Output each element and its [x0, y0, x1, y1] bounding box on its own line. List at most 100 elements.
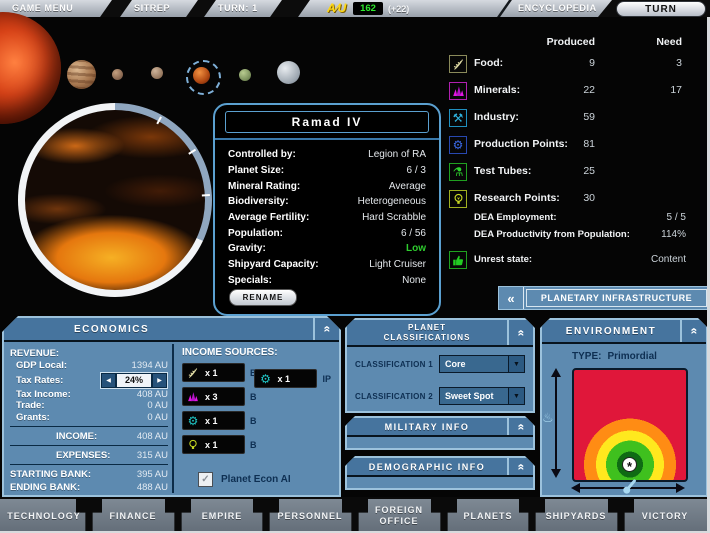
multiplier: x 1: [205, 368, 218, 378]
divider: [172, 344, 174, 493]
collapse-chevron-icon: «: [687, 328, 701, 335]
produced-header: Produced: [525, 36, 595, 48]
collapse-chevron-icon: «: [320, 326, 334, 333]
divider: [10, 445, 168, 446]
dropdown-arrow-icon[interactable]: ▼: [508, 388, 524, 404]
multiplier: x 1: [277, 374, 290, 384]
collapse-environment-button[interactable]: «: [680, 320, 706, 342]
resource-label: Test Tubes:: [474, 165, 531, 177]
tab-empire[interactable]: EMPIRE: [178, 499, 266, 533]
economics-body: REVENUE: GDP Local: 1394 AU Tax Rates: ◀…: [4, 342, 339, 495]
military-info-header[interactable]: MILITARY INFO «: [347, 418, 533, 435]
tab-personnel[interactable]: PERSONNEL: [266, 499, 354, 533]
expenses-value: 315 AU: [137, 450, 168, 461]
planet-econ-ai-row[interactable]: ✓ Planet Econ AI: [198, 472, 291, 487]
dea-label: DEA Employment:: [474, 212, 557, 223]
planetary-infrastructure-button[interactable]: « PLANETARY INFRASTRUCTURE: [498, 286, 710, 310]
income-source-item: x 3 B: [182, 387, 333, 406]
dropdown-arrow-icon[interactable]: ▼: [508, 356, 524, 372]
economics-header: ECONOMICS «: [4, 318, 339, 340]
demographic-info-header[interactable]: DEMOGRAPHIC INFO «: [347, 458, 533, 475]
military-info-panel: MILITARY INFO «: [345, 416, 535, 450]
classifications-header: PLANET CLASSIFICATIONS «: [347, 320, 533, 345]
environment-panel: ENVIRONMENT « TYPE:Primordial * ♨: [540, 318, 708, 497]
collapse-classifications-button[interactable]: «: [507, 320, 533, 345]
tax-rates-label: Tax Rates:: [16, 375, 63, 386]
treasury-delta: (+22): [388, 4, 409, 14]
factory-icon: ⚙: [258, 372, 272, 386]
collapse-military-button[interactable]: «: [507, 418, 533, 435]
income-source-ip-item: ⚙ x 1 IP: [254, 369, 331, 388]
environment-header: ENVIRONMENT «: [542, 320, 706, 342]
demographic-info-body: [347, 477, 533, 488]
military-info-title: MILITARY INFO: [347, 422, 507, 432]
tab-finance[interactable]: FINANCE: [89, 499, 177, 533]
divider: [10, 464, 168, 465]
bar-divider: [270, 0, 310, 17]
classification-1-dropdown[interactable]: Core ▼: [439, 355, 525, 373]
production-points-icon: ⚙: [449, 136, 467, 154]
income-source-item: x 1 B: [182, 435, 333, 454]
food-icon: [186, 366, 200, 380]
minerals-icon: [449, 82, 467, 100]
gdp-value: 1394 AU: [132, 360, 168, 371]
end-turn-button[interactable]: TURN: [616, 1, 706, 17]
multiplier: x 3: [205, 392, 218, 402]
resource-label: Industry:: [474, 111, 519, 123]
dea-label: DEA Productivity from Population:: [474, 229, 630, 240]
sitrep-button[interactable]: SITREP: [134, 3, 170, 13]
game-menu-button[interactable]: GAME MENU: [12, 3, 73, 13]
environment-title: ENVIRONMENT: [542, 326, 680, 337]
environment-type-value: Primordial: [607, 351, 656, 362]
income-label: INCOME:: [56, 431, 97, 442]
unrest-row: Unrest state: Content: [0, 251, 710, 269]
multiplier: x 1: [205, 440, 218, 450]
tab-foreign-office[interactable]: FOREIGN OFFICE: [355, 499, 443, 533]
economics-title: ECONOMICS: [4, 324, 313, 335]
collapse-demographic-button[interactable]: «: [507, 458, 533, 475]
multiplier: x 1: [205, 416, 218, 426]
dea-value: 114%: [616, 229, 686, 240]
resource-produced: 25: [545, 165, 595, 177]
treasury-amount: 162: [353, 2, 383, 15]
revenue-column: REVENUE: GDP Local: 1394 AU Tax Rates: ◀…: [10, 347, 168, 494]
turn-counter: TURN: 1: [218, 3, 258, 13]
stat-value: None: [402, 275, 426, 286]
rename-button[interactable]: RENAME: [229, 289, 297, 306]
starting-bank-label: STARTING BANK:: [10, 469, 91, 480]
game-screen: GAME MENU SITREP TURN: 1 A⁄U 162 (+22) E…: [0, 0, 710, 533]
tax-rate-spinner: ◀ 24% ▶: [100, 372, 168, 389]
bar-divider: [186, 0, 216, 17]
tab-planets[interactable]: PLANETS: [444, 499, 532, 533]
collapse-chevron-icon: «: [514, 463, 528, 470]
planet-info-card: Ramad IV Controlled by: Legion of RA Pla…: [213, 103, 441, 316]
food-icon: [449, 55, 467, 73]
encyclopedia-button[interactable]: ENCYCLOPEDIA: [518, 3, 597, 13]
tax-rate-value: 24%: [116, 373, 152, 388]
research-points-icon: [186, 438, 200, 452]
planet-econ-ai-checkbox[interactable]: ✓: [198, 472, 213, 487]
economics-panel: ECONOMICS « REVENUE: GDP Local: 1394 AU …: [2, 316, 341, 497]
collapse-economics-button[interactable]: «: [313, 318, 339, 340]
classification-2-dropdown[interactable]: Sweet Spot ▼: [439, 387, 525, 405]
environment-type-label: TYPE:: [572, 351, 601, 362]
expenses-label: EXPENSES:: [56, 450, 110, 461]
resource-need: 3: [632, 57, 682, 69]
top-bar: GAME MENU SITREP TURN: 1 A⁄U 162 (+22) E…: [0, 0, 710, 17]
industry-icon: ⚒: [449, 109, 467, 127]
resource-label: Minerals:: [474, 84, 520, 96]
tab-shipyards[interactable]: SHIPYARDS: [532, 499, 620, 533]
tax-decrease-button[interactable]: ◀: [101, 373, 116, 388]
resource-produced: 81: [545, 138, 595, 150]
checkbox-check-icon: ✓: [201, 474, 209, 485]
unrest-label: Unrest state:: [474, 254, 532, 265]
tab-victory[interactable]: VICTORY: [621, 499, 709, 533]
collapse-chevron-icon: «: [514, 329, 528, 336]
income-source-item: ⚙ x 1 B: [182, 411, 333, 430]
bar-divider: [100, 0, 132, 17]
unit: B: [250, 416, 257, 426]
resource-need: 17: [632, 84, 682, 96]
tab-technology[interactable]: TECHNOLOGY: [0, 499, 88, 533]
tax-increase-button[interactable]: ▶: [152, 373, 167, 388]
classifications-body: CLASSIFICATION 1 Core ▼ CLASSIFICATION 2…: [347, 347, 533, 411]
